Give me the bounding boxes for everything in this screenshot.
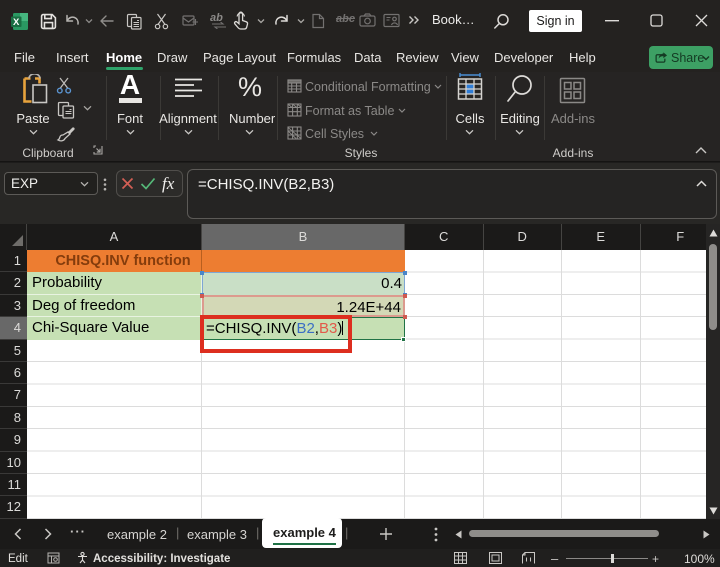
svg-text:X: X (13, 17, 20, 28)
